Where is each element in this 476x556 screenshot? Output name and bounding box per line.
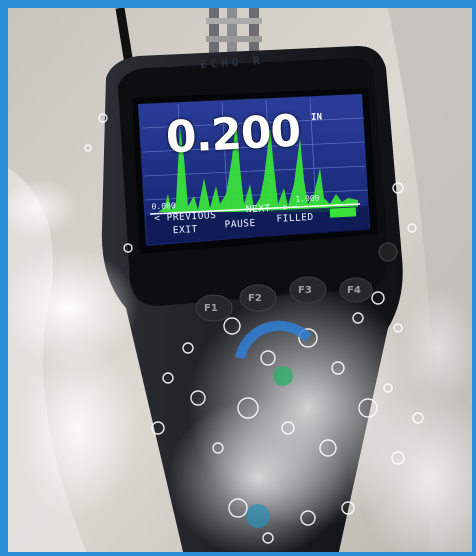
scale-left-label: 0.000 xyxy=(151,201,176,212)
scale-right-label: 1.000 xyxy=(295,193,320,204)
photo-frame: ECHO R 0.200 IN 0.000 1.000 < PREVIOUS N… xyxy=(0,0,476,556)
menu-exit: EXIT xyxy=(172,223,199,237)
device-photo xyxy=(8,8,472,552)
menu-pause: PAUSE xyxy=(224,217,257,231)
f1-key-label: F1 xyxy=(204,303,218,314)
thickness-reading: 0.200 xyxy=(164,105,302,164)
f3-key-label: F3 xyxy=(298,285,312,296)
menu-previous: < PREVIOUS xyxy=(153,209,217,225)
menu-filled: FILLED xyxy=(276,211,315,225)
f2-key-label: F2 xyxy=(248,293,262,304)
reading-unit: IN xyxy=(310,112,323,123)
power-button xyxy=(378,242,398,262)
display-readout-area: 0.200 IN 0.000 1.000 < PREVIOUS NEXT -> … xyxy=(136,88,372,250)
f4-key-label: F4 xyxy=(347,285,361,296)
